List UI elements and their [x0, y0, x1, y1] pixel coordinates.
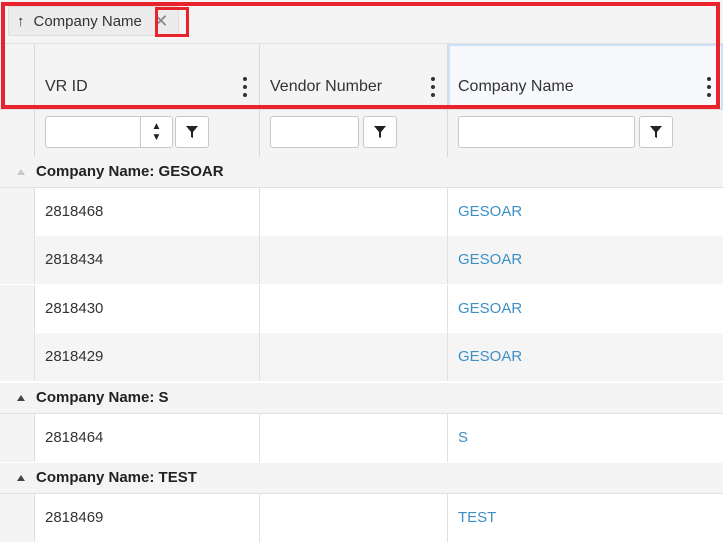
cell-vr-id: 2818434 — [34, 236, 259, 284]
cell-vendor-number — [259, 236, 447, 284]
group-chip-company-name[interactable]: ↑ Company Name ✕ — [8, 6, 179, 36]
row-gutter — [0, 188, 34, 236]
column-menu-icon[interactable] — [429, 77, 437, 97]
group-row-test[interactable]: Company Name: TEST — [0, 463, 723, 494]
column-menu-icon[interactable] — [705, 77, 713, 97]
group-row-label: Company Name: S — [36, 389, 169, 406]
collapse-triangle-icon[interactable] — [17, 395, 25, 401]
collapse-triangle-icon[interactable] — [17, 169, 25, 175]
filter-cell-vendor-number — [259, 110, 447, 157]
filter-icon — [186, 126, 198, 138]
cell-company-name-link[interactable]: GESOAR — [447, 188, 723, 236]
spin-down-icon[interactable]: ▼ — [152, 132, 162, 143]
column-header-company-name[interactable]: Company Name — [447, 44, 723, 110]
up-arrow-icon[interactable]: ↑ — [17, 13, 25, 30]
filter-button-vr-id[interactable] — [175, 116, 209, 148]
group-row-label: Company Name: TEST — [36, 469, 197, 486]
column-header-label: Company Name — [458, 78, 574, 95]
table-row[interactable]: 2818469 TEST — [0, 494, 723, 542]
cell-vr-id: 2818430 — [34, 285, 259, 333]
column-header-label: Vendor Number — [270, 78, 383, 95]
filter-icon — [374, 126, 386, 138]
cell-vendor-number — [259, 188, 447, 236]
cell-vendor-number — [259, 494, 447, 542]
group-panel: ↑ Company Name ✕ — [0, 0, 723, 43]
row-gutter — [0, 414, 34, 462]
header-gutter — [0, 44, 34, 110]
cell-company-name-link[interactable]: S — [447, 414, 723, 462]
table-row[interactable]: 2818468 GESOAR — [0, 188, 723, 236]
filter-icon — [650, 126, 662, 138]
filter-gutter — [0, 110, 34, 157]
cell-company-name-link[interactable]: TEST — [447, 494, 723, 542]
filter-button-vendor-number[interactable] — [363, 116, 397, 148]
cell-vr-id: 2818468 — [34, 188, 259, 236]
company-name-filter-input[interactable] — [458, 116, 635, 148]
spin-up-icon[interactable]: ▲ — [152, 121, 162, 132]
table-row[interactable]: 2818429 GESOAR — [0, 333, 723, 381]
cell-company-name-link[interactable]: GESOAR — [447, 333, 723, 381]
filter-cell-company-name — [447, 110, 723, 157]
vendor-number-filter-input[interactable] — [270, 116, 359, 148]
table-row[interactable]: 2818430 GESOAR — [0, 285, 723, 333]
group-chip-label: Company Name — [33, 12, 142, 30]
number-spinner[interactable]: ▲ ▼ — [141, 116, 173, 148]
cell-vendor-number — [259, 333, 447, 381]
cell-vendor-number — [259, 414, 447, 462]
collapse-triangle-icon[interactable] — [17, 475, 25, 481]
close-icon[interactable]: ✕ — [148, 9, 174, 33]
table-row[interactable]: 2818464 S — [0, 414, 723, 462]
group-row-s[interactable]: Company Name: S — [0, 383, 723, 414]
column-header-row: VR ID Vendor Number Company Name — [0, 43, 723, 110]
vr-id-filter-input[interactable] — [45, 116, 141, 148]
cell-vr-id: 2818464 — [34, 414, 259, 462]
filter-button-company-name[interactable] — [639, 116, 673, 148]
table-row[interactable]: 2818434 GESOAR — [0, 236, 723, 284]
filter-cell-vr-id: ▲ ▼ — [34, 110, 259, 157]
row-gutter — [0, 333, 34, 381]
column-menu-icon[interactable] — [241, 77, 249, 97]
cell-vr-id: 2818429 — [34, 333, 259, 381]
filter-row: ▲ ▼ — [0, 109, 723, 158]
cell-company-name-link[interactable]: GESOAR — [447, 285, 723, 333]
row-gutter — [0, 494, 34, 542]
column-header-label: VR ID — [45, 78, 88, 95]
group-row-label: Company Name: GESOAR — [36, 163, 224, 180]
group-row-gesoar[interactable]: Company Name: GESOAR — [0, 157, 723, 188]
cell-vr-id: 2818469 — [34, 494, 259, 542]
grid-body: Company Name: GESOAR 2818468 GESOAR 2818… — [0, 157, 723, 542]
row-gutter — [0, 285, 34, 333]
cell-company-name-link[interactable]: GESOAR — [447, 236, 723, 284]
row-gutter — [0, 236, 34, 284]
column-header-vendor-number[interactable]: Vendor Number — [259, 44, 447, 110]
cell-vendor-number — [259, 285, 447, 333]
column-header-vr-id[interactable]: VR ID — [34, 44, 259, 110]
